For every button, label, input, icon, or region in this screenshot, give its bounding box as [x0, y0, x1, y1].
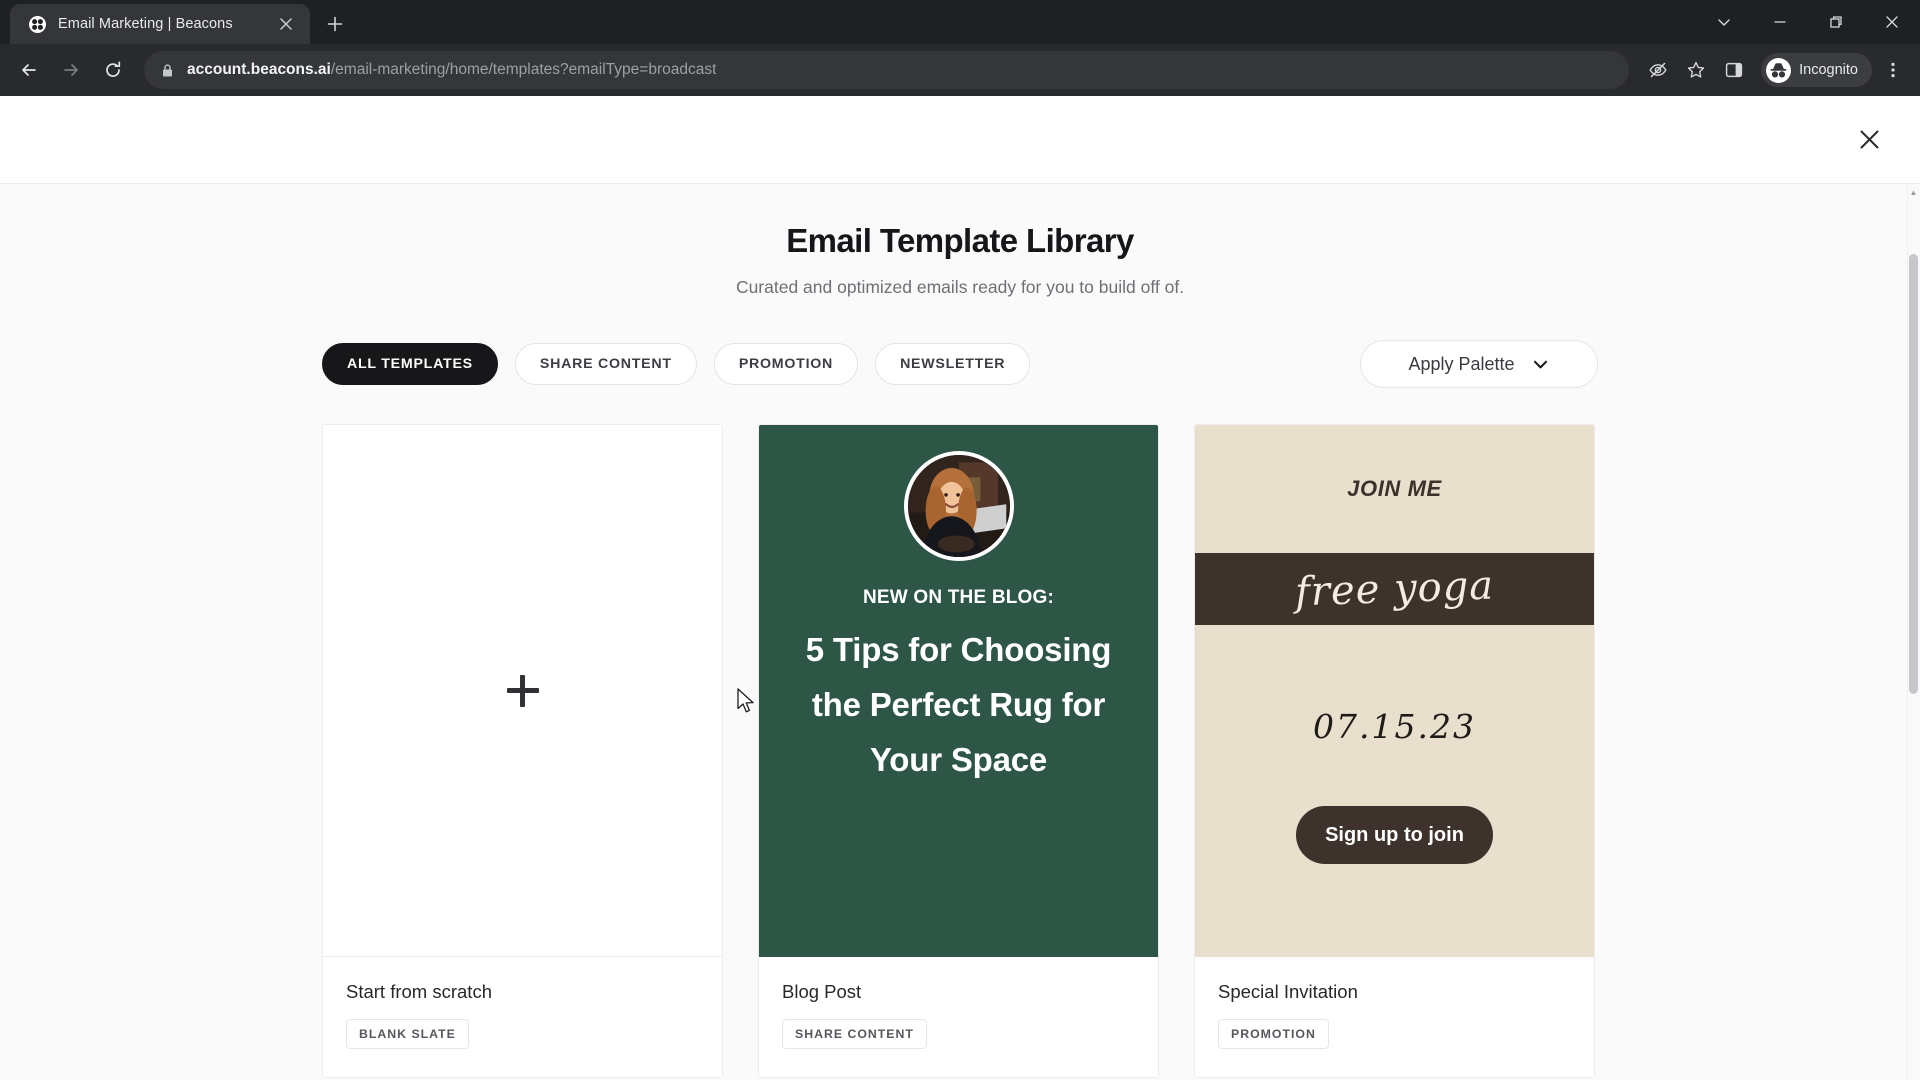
card-title: Special Invitation — [1218, 981, 1358, 1002]
avatar — [903, 451, 1014, 561]
filter-chip-all-templates[interactable]: ALL TEMPLATES — [322, 343, 498, 385]
filter-chip-group: ALL TEMPLATES SHARE CONTENT PROMOTION NE… — [322, 343, 1031, 385]
card-tag-badge: SHARE CONTENT — [782, 1019, 927, 1049]
incognito-icon — [1766, 57, 1792, 83]
card-tag-badge: PROMOTION — [1218, 1019, 1329, 1049]
reload-button[interactable] — [94, 51, 132, 89]
address-bar-url: account.beacons.ai/email-marketing/home/… — [187, 61, 716, 79]
tab-close-icon[interactable] — [274, 12, 298, 36]
minimize-window-button[interactable] — [1752, 0, 1808, 44]
tab-title: Email Marketing | Beacons — [58, 16, 233, 32]
page-scrollbar[interactable]: ▲ — [1907, 184, 1920, 1080]
tab-search-icon[interactable] — [1696, 0, 1752, 44]
address-bar[interactable]: account.beacons.ai/email-marketing/home/… — [144, 51, 1630, 89]
template-card-grid: Start from scratch BLANK SLATE NEW ON TH… — [0, 424, 1920, 1078]
apply-palette-label: Apply Palette — [1408, 353, 1515, 374]
invite-date-text: 07.15.23 — [1313, 707, 1476, 746]
template-card-start-from-scratch[interactable]: Start from scratch BLANK SLATE — [322, 424, 723, 1078]
plus-icon — [506, 674, 539, 707]
template-card-blog-post[interactable]: NEW ON THE BLOG: 5 Tips for Choosing the… — [758, 424, 1159, 1078]
scrollbar-up-arrow[interactable]: ▲ — [1909, 188, 1918, 197]
lock-icon — [160, 63, 175, 78]
filter-chip-promotion[interactable]: PROMOTION — [713, 343, 859, 385]
apply-palette-dropdown[interactable]: Apply Palette — [1360, 340, 1598, 388]
back-button[interactable] — [10, 51, 48, 89]
profile-incognito-chip[interactable]: Incognito — [1761, 53, 1872, 87]
bookmark-star-icon[interactable] — [1679, 53, 1713, 87]
blog-eyebrow: NEW ON THE BLOG: — [862, 587, 1055, 608]
invite-band: free yoga — [1195, 553, 1594, 625]
new-tab-button[interactable] — [318, 7, 352, 41]
card-meta: Start from scratch BLANK SLATE — [323, 957, 722, 1077]
hero-section: Email Template Library Curated and optim… — [0, 184, 1920, 298]
filter-chip-newsletter[interactable]: NEWSLETTER — [875, 343, 1031, 385]
maximize-window-button[interactable] — [1808, 0, 1864, 44]
card-title: Start from scratch — [346, 981, 492, 1002]
browser-toolbar: account.beacons.ai/email-marketing/home/… — [0, 44, 1920, 96]
blog-headline: 5 Tips for Choosing the Perfect Rug for … — [805, 631, 1112, 778]
browser-tab[interactable]: Email Marketing | Beacons — [10, 4, 310, 44]
card-meta: Blog Post SHARE CONTENT — [759, 957, 1158, 1077]
three-dot-menu-icon[interactable] — [1876, 53, 1910, 87]
modal-header — [0, 96, 1920, 184]
invitation-template-preview: JOIN ME free yoga 07.15.23 Sign up to jo… — [1195, 425, 1594, 957]
blog-template-preview: NEW ON THE BLOG: 5 Tips for Choosing the… — [759, 425, 1158, 957]
tracking-protection-icon[interactable] — [1641, 53, 1675, 87]
page-title: Email Template Library — [786, 222, 1134, 259]
url-host: account.beacons.ai — [187, 61, 331, 78]
chevron-down-icon — [1531, 355, 1550, 374]
forward-button[interactable] — [52, 51, 90, 89]
invite-button-wrap: Sign up to join — [1195, 806, 1594, 864]
close-window-button[interactable] — [1864, 0, 1920, 44]
invite-join-text: JOIN ME — [1347, 476, 1442, 501]
template-card-special-invitation[interactable]: JOIN ME free yoga 07.15.23 Sign up to jo… — [1194, 424, 1595, 1078]
browser-window: Email Marketing | Beacons account.beacon… — [0, 0, 1920, 1080]
invite-script-text: free yoga — [1294, 562, 1495, 616]
close-modal-button[interactable] — [1850, 121, 1888, 159]
page-subtitle: Curated and optimized emails ready for y… — [735, 277, 1185, 297]
filter-chip-share-content[interactable]: SHARE CONTENT — [514, 343, 697, 385]
window-controls — [1696, 0, 1920, 44]
tab-strip: Email Marketing | Beacons — [0, 0, 1920, 44]
page-content: Email Template Library Curated and optim… — [0, 96, 1920, 1080]
invite-signup-button[interactable]: Sign up to join — [1296, 806, 1493, 864]
profile-label: Incognito — [1799, 62, 1858, 78]
url-path: /email-marketing/home/templates?emailTyp… — [330, 61, 717, 78]
scrollbar-thumb[interactable] — [1909, 254, 1918, 694]
card-title: Blog Post — [782, 981, 862, 1002]
template-library-body: Email Template Library Curated and optim… — [0, 184, 1920, 1080]
controls-row: ALL TEMPLATES SHARE CONTENT PROMOTION NE… — [0, 340, 1920, 388]
card-tag-badge: BLANK SLATE — [346, 1019, 469, 1049]
blank-template-preview — [323, 425, 722, 957]
side-panel-icon[interactable] — [1717, 53, 1751, 87]
card-meta: Special Invitation PROMOTION — [1195, 957, 1594, 1077]
beacons-favicon-icon — [28, 15, 46, 33]
